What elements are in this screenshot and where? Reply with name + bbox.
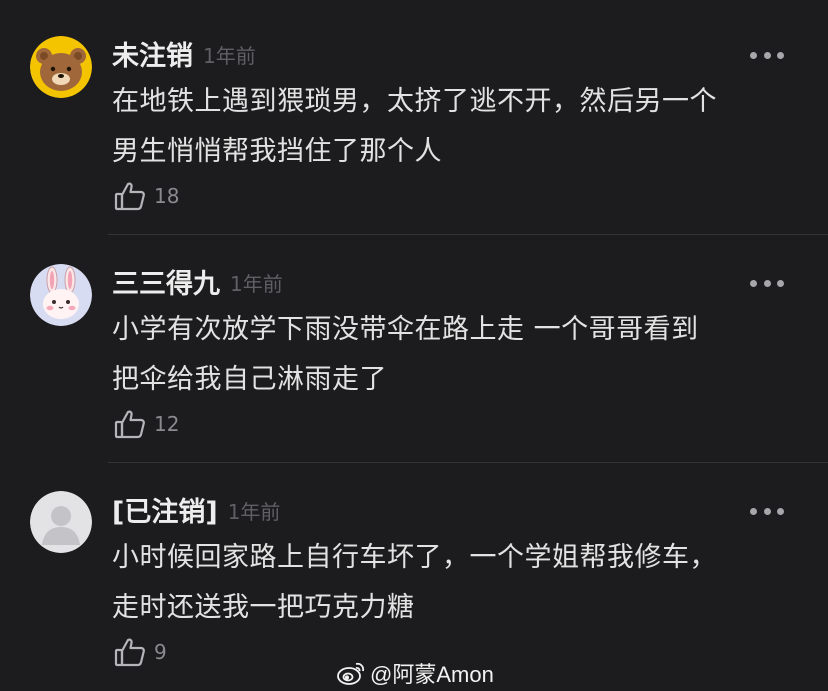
watermark-text: @阿蒙Amon bbox=[370, 662, 494, 687]
comment-text-line: 小时候回家路上自行车坏了，一个学姐帮我修车， bbox=[112, 542, 717, 573]
username[interactable]: [已注销] 1年前 bbox=[112, 496, 280, 529]
divider bbox=[108, 234, 828, 235]
avatar[interactable] bbox=[30, 36, 92, 98]
more-dot-icon bbox=[777, 279, 784, 287]
default-avatar-icon bbox=[30, 491, 92, 553]
comment-text-line: 小学有次放学下雨没带伞在路上走 一个哥哥看到 bbox=[112, 314, 699, 345]
comment-text-line: 男生悄悄帮我挡住了那个人 bbox=[112, 136, 442, 167]
more-dot-icon bbox=[777, 51, 784, 59]
thumbs-up-icon bbox=[114, 410, 145, 439]
more-dot-icon bbox=[750, 507, 757, 515]
username[interactable]: 三三得九 1年前 bbox=[112, 268, 283, 301]
more-dot-icon bbox=[777, 507, 784, 515]
more-dot-icon bbox=[750, 51, 757, 59]
thumbs-up-icon bbox=[114, 182, 145, 211]
like-count: 9 bbox=[154, 640, 167, 664]
like-count: 12 bbox=[154, 412, 180, 436]
avatar[interactable] bbox=[30, 264, 92, 326]
divider bbox=[108, 462, 828, 463]
more-options-button[interactable] bbox=[750, 50, 784, 60]
username[interactable]: 未注销 1年前 bbox=[112, 40, 256, 73]
username-text: [已注销] bbox=[112, 497, 218, 528]
timestamp: 1年前 bbox=[227, 500, 281, 524]
thumbs-up-icon bbox=[114, 638, 145, 667]
avatar[interactable] bbox=[30, 491, 92, 553]
username-text: 三三得九 bbox=[112, 269, 220, 300]
comment-text: 在地铁上遇到猥琐男，太挤了逃不开，然后另一个 男生悄悄帮我挡住了那个人 bbox=[112, 77, 802, 177]
more-options-button[interactable] bbox=[750, 278, 784, 288]
like-button[interactable]: 18 bbox=[114, 181, 179, 211]
timestamp: 1年前 bbox=[203, 44, 256, 68]
like-button[interactable]: 9 bbox=[114, 637, 167, 667]
like-button[interactable]: 12 bbox=[114, 409, 179, 439]
username-text: 未注销 bbox=[112, 41, 193, 72]
like-count: 18 bbox=[154, 184, 180, 208]
more-options-button[interactable] bbox=[750, 506, 784, 516]
more-dot-icon bbox=[750, 279, 757, 287]
comment-text-line: 在地铁上遇到猥琐男，太挤了逃不开，然后另一个 bbox=[112, 86, 717, 117]
more-dot-icon bbox=[763, 507, 771, 515]
bear-avatar-icon bbox=[30, 36, 92, 98]
more-dot-icon bbox=[763, 51, 771, 59]
bunny-avatar-icon bbox=[30, 264, 92, 326]
comment-text-line: 把伞给我自己淋雨走了 bbox=[112, 364, 387, 395]
weibo-icon bbox=[337, 662, 365, 685]
watermark: @阿蒙Amon bbox=[336, 657, 494, 689]
comment-text: 小学有次放学下雨没带伞在路上走 一个哥哥看到 把伞给我自己淋雨走了 bbox=[112, 305, 802, 405]
comment-text-line: 走时还送我一把巧克力糖 bbox=[112, 592, 415, 623]
timestamp: 1年前 bbox=[230, 272, 283, 296]
more-dot-icon bbox=[763, 279, 771, 287]
comment-text: 小时候回家路上自行车坏了，一个学姐帮我修车， 走时还送我一把巧克力糖 bbox=[112, 533, 802, 633]
